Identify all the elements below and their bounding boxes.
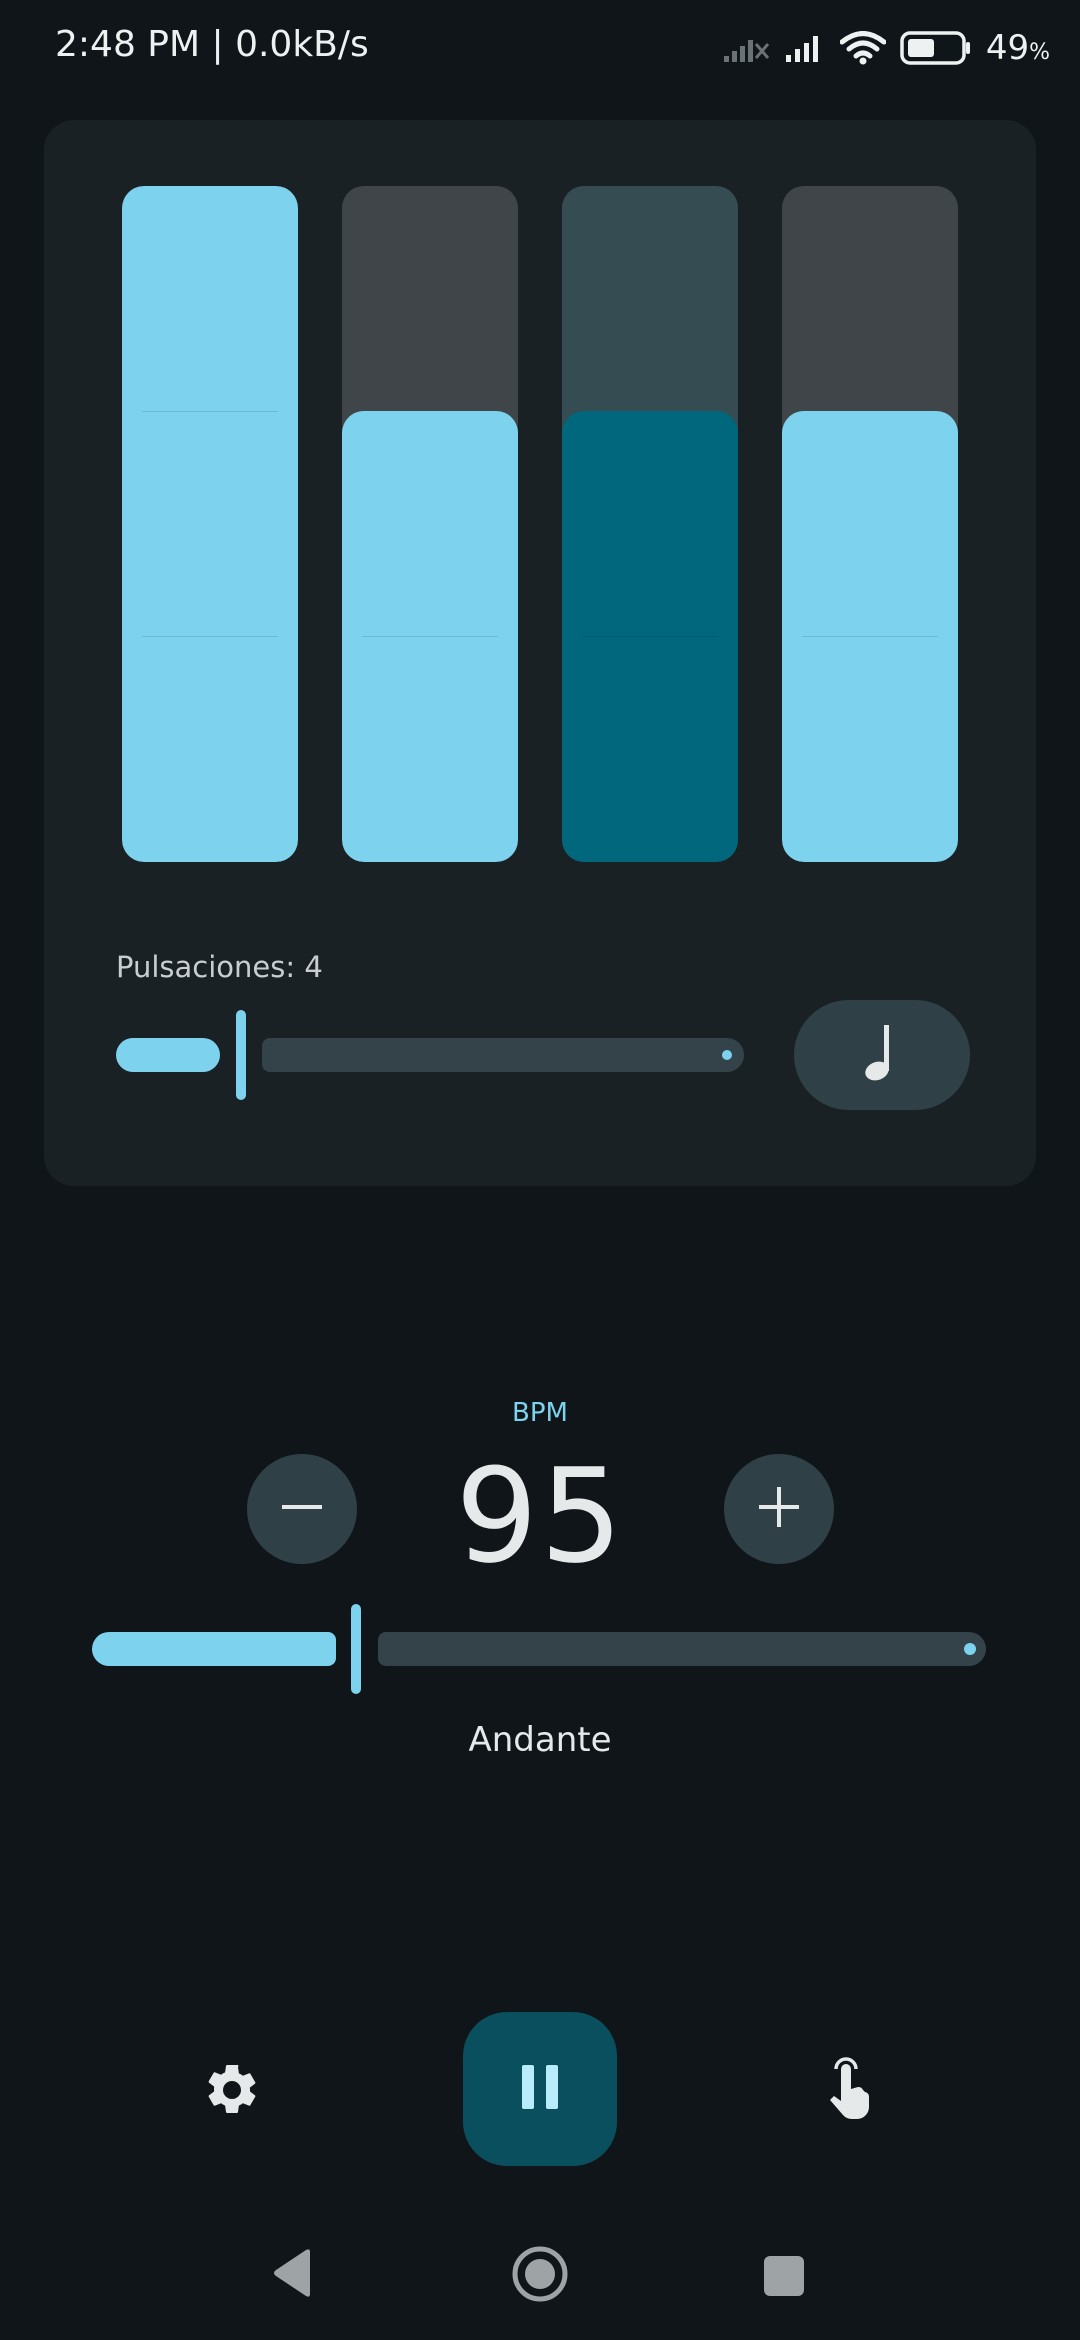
bpm-slider-active-track [92, 1632, 336, 1666]
bpm-value: 95 [455, 1440, 625, 1592]
beat-bar-1[interactable] [122, 186, 298, 862]
pause-icon [520, 2063, 560, 2115]
tap-hand-icon [822, 2055, 878, 2125]
beat-bar-divider [362, 636, 498, 637]
bpm-slider-inactive-track[interactable] [378, 1632, 986, 1666]
home-icon [510, 2246, 570, 2308]
status-icons: 49% [722, 28, 1050, 68]
bpm-slider-stop-indicator [964, 1643, 976, 1655]
subdivision-button[interactable] [794, 1000, 970, 1110]
beat-bar-fill [122, 186, 298, 862]
beat-bar-divider [142, 636, 278, 637]
nav-back-button[interactable] [270, 2248, 314, 2302]
beat-bar-3[interactable] [562, 186, 738, 862]
nav-recents-button[interactable] [762, 2254, 806, 2302]
wifi-icon [839, 31, 886, 65]
play-pause-button[interactable] [463, 2012, 617, 2166]
signal-off-icon [722, 32, 770, 64]
bpm-label: BPM [512, 1398, 568, 1428]
beats-slider-stop-indicator [722, 1050, 732, 1060]
battery-percentage: 49% [985, 28, 1050, 68]
status-time: 2:48 PM | 0.0kB/s [55, 24, 369, 65]
status-bar: 2:48 PM | 0.0kB/s 49% [0, 0, 1080, 100]
beats-slider-active-track [116, 1038, 220, 1072]
increase-bpm-button[interactable] [724, 1454, 834, 1564]
beat-bar-2[interactable] [342, 186, 518, 862]
beat-bar-divider [802, 636, 938, 637]
beat-bar-divider [582, 636, 718, 637]
gear-icon [202, 2060, 262, 2124]
beats-count-label: Pulsaciones: 4 [116, 950, 323, 984]
bpm-slider-thumb[interactable] [351, 1604, 361, 1694]
beats-slider-thumb[interactable] [236, 1010, 246, 1100]
beat-bar-divider [142, 411, 278, 412]
signal-icon [784, 32, 826, 64]
beats-slider-inactive-track[interactable] [262, 1038, 744, 1072]
back-icon [270, 2249, 314, 2302]
beats-card: Pulsaciones: 4 [44, 120, 1036, 1186]
settings-button[interactable] [190, 2050, 274, 2134]
battery-icon [900, 30, 972, 66]
tap-tempo-button[interactable] [808, 2048, 892, 2132]
plus-icon [757, 1485, 801, 1533]
quarter-note-icon [862, 1023, 902, 1087]
tempo-marking: Andante [468, 1720, 612, 1760]
recents-icon [762, 2256, 806, 2302]
beat-bar-4[interactable] [782, 186, 958, 862]
nav-home-button[interactable] [510, 2244, 570, 2308]
